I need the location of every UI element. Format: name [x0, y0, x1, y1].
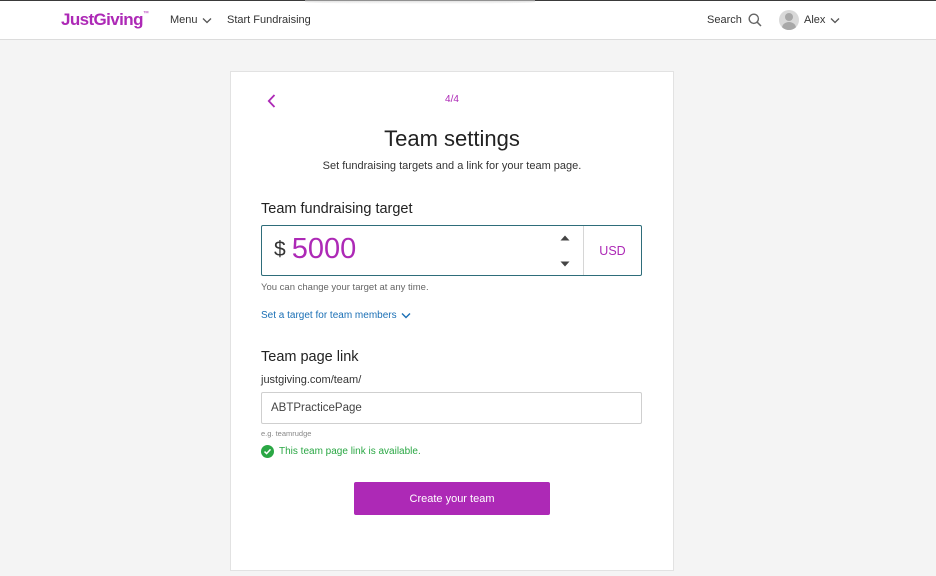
start-fundraising-link[interactable]: Start Fundraising	[227, 14, 311, 26]
url-prefix: justgiving.com/team/	[261, 374, 362, 386]
currency-symbol: $	[274, 237, 286, 261]
availability-text: This team page link is available.	[279, 446, 421, 457]
chevron-down-icon	[202, 18, 211, 24]
step-indicator: 4/4	[445, 94, 459, 105]
chevron-down-icon	[830, 17, 840, 23]
user-menu[interactable]: Alex	[779, 10, 840, 30]
target-section-label: Team fundraising target	[261, 201, 413, 217]
availability-status: This team page link is available.	[261, 445, 421, 458]
increment-arrow-icon[interactable]	[559, 234, 571, 242]
check-circle-icon	[261, 445, 274, 458]
menu-label: Menu	[170, 14, 198, 26]
team-page-link-input[interactable]	[261, 392, 642, 424]
team-settings-card: 4/4 Team settings Set fundraising target…	[230, 71, 674, 571]
search-button[interactable]: Search	[707, 13, 762, 27]
target-amount-value: 5000	[291, 233, 357, 265]
link-section-label: Team page link	[261, 349, 359, 365]
decrement-arrow-icon[interactable]	[559, 260, 571, 268]
amount-stepper[interactable]	[559, 234, 571, 268]
top-navigation-bar: JustGiving™ Menu Start Fundraising Searc…	[0, 0, 936, 40]
page-title: Team settings	[384, 126, 520, 151]
page-subtitle: Set fundraising targets and a link for y…	[322, 160, 582, 172]
justgiving-logo[interactable]: JustGiving™	[61, 10, 149, 30]
avatar	[779, 10, 799, 30]
currency-selector[interactable]: USD	[584, 226, 641, 275]
search-icon	[748, 13, 762, 27]
menu-dropdown[interactable]: Menu	[170, 14, 212, 26]
target-amount-input[interactable]: $ 5000	[262, 226, 584, 275]
create-team-button[interactable]: Create your team	[354, 482, 550, 515]
target-hint: You can change your target at any time.	[261, 282, 429, 293]
popup-shadow	[305, 0, 535, 4]
team-member-target-label: Set a target for team members	[261, 310, 397, 321]
search-label: Search	[707, 14, 742, 26]
chevron-down-icon	[401, 313, 411, 319]
link-example: e.g. teamrudge	[261, 429, 312, 438]
target-amount-field[interactable]: $ 5000 USD	[261, 225, 642, 276]
user-name: Alex	[804, 14, 826, 26]
team-member-target-toggle[interactable]: Set a target for team members	[261, 310, 411, 321]
